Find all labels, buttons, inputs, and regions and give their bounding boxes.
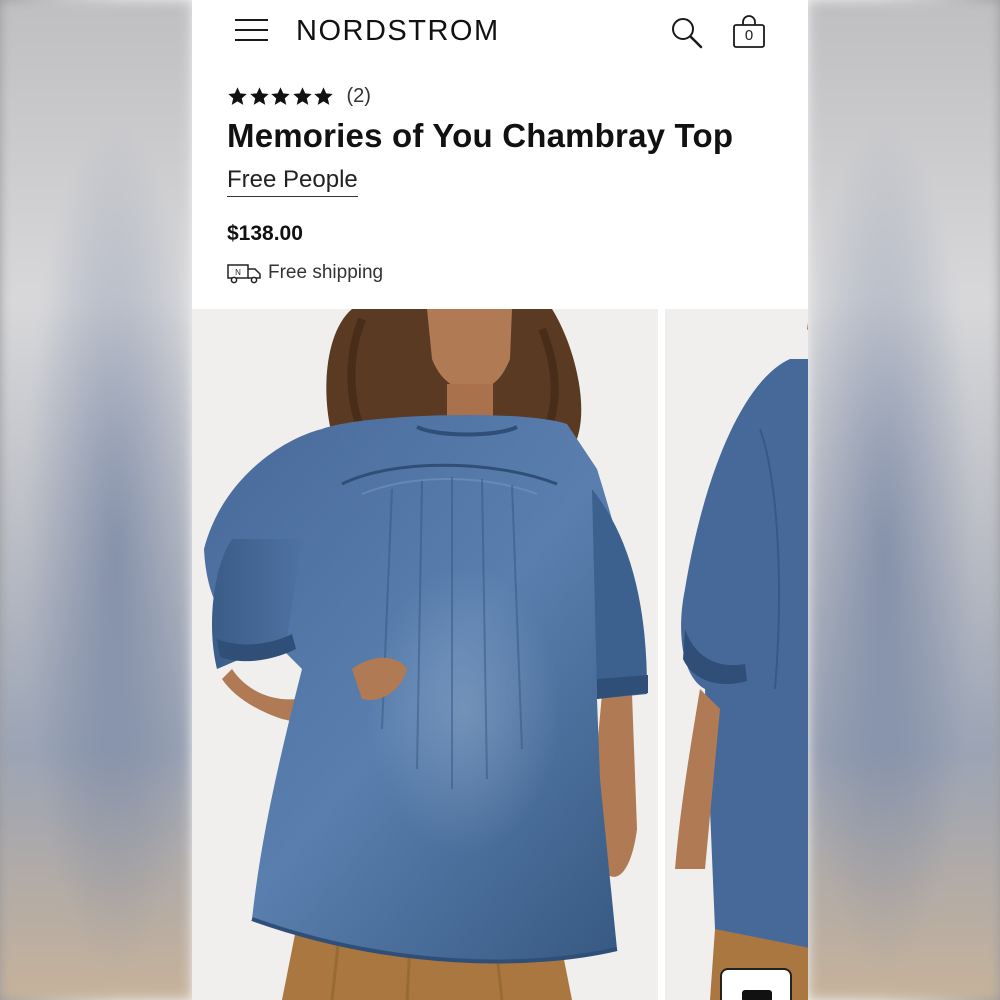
- review-count[interactable]: (2): [347, 85, 371, 108]
- chat-button[interactable]: [720, 968, 792, 1000]
- star-icon: [292, 86, 312, 105]
- chat-icon: [742, 990, 772, 1000]
- brand-logo[interactable]: NORDSTROM: [296, 14, 500, 48]
- product-photo-side[interactable]: [665, 309, 808, 1000]
- product-price: $138.00: [227, 222, 303, 245]
- shopping-bag-icon[interactable]: 0: [731, 14, 767, 50]
- brand-link[interactable]: Free People: [227, 166, 358, 197]
- star-icon: [271, 86, 290, 105]
- site-header: NORDSTROM 0: [192, 0, 808, 64]
- product-title: Memories of You Chambray Top: [227, 117, 734, 154]
- blurred-background-left: [0, 0, 192, 1000]
- star-icon: [228, 86, 247, 105]
- shipping-info: N Free shipping: [226, 262, 383, 284]
- rating[interactable]: (2): [227, 82, 371, 110]
- bag-count: 0: [744, 27, 754, 44]
- blurred-background-right: [808, 0, 1000, 1000]
- star-icon: [314, 86, 333, 105]
- svg-text:N: N: [235, 268, 241, 277]
- nordstrom-truck-icon: N: [227, 264, 261, 284]
- hamburger-menu-icon[interactable]: [235, 17, 268, 43]
- star-rating: [227, 86, 335, 107]
- search-icon[interactable]: [670, 16, 704, 50]
- shipping-label: Free shipping: [268, 262, 384, 283]
- product-photo-front[interactable]: [192, 309, 658, 1000]
- star-icon: [249, 86, 269, 105]
- product-page: NORDSTROM 0 (2) Memories of You Chambray…: [192, 0, 808, 1000]
- image-gallery[interactable]: [192, 309, 808, 1000]
